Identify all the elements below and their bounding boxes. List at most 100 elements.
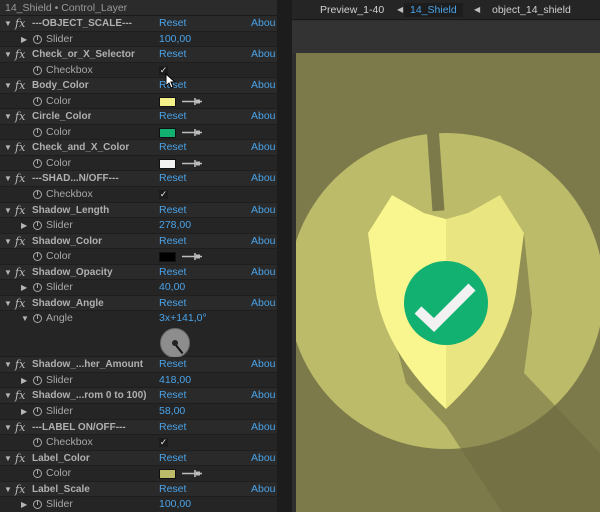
stopwatch-icon[interactable] [33, 438, 42, 448]
slider-value[interactable]: 58,00 [159, 404, 185, 419]
property-row[interactable]: ▶ Slider 100,00 [0, 497, 277, 512]
property-row[interactable]: ▶ Slider 278,00 [0, 218, 277, 234]
stopwatch-icon[interactable] [33, 65, 42, 75]
effect-row[interactable]: ▼ fx Label_Scale Reset Abou [0, 481, 277, 498]
tab-nav-left-icon[interactable]: ◀ [397, 3, 403, 17]
reset-link[interactable]: Reset [159, 234, 186, 249]
effect-row[interactable]: ▼ fx Check_and_X_Color Reset Abou [0, 140, 277, 156]
reset-link[interactable]: Reset [159, 16, 186, 31]
about-link[interactable]: Abou [251, 109, 276, 124]
effect-row[interactable]: ▼fxBody_ColorResetAbou [0, 78, 277, 94]
effect-row[interactable]: ▼ fx Check_or_X_Selector Reset Abou [0, 47, 277, 63]
fx-icon[interactable]: fx [15, 203, 25, 218]
stopwatch-icon[interactable] [33, 221, 42, 231]
fx-icon[interactable]: fx [15, 357, 25, 372]
stopwatch-icon[interactable] [33, 500, 42, 510]
twirl-down-icon[interactable]: ▼ [4, 171, 12, 186]
effect-row[interactable]: ▼ fx Shadow_Length Reset Abou [0, 202, 277, 219]
slider-value[interactable]: 100,00 [159, 497, 191, 512]
fx-icon[interactable]: fx [15, 388, 25, 403]
property-row[interactable]: Color [0, 249, 277, 265]
fx-icon[interactable]: fx [15, 451, 25, 466]
about-link[interactable]: Abou [251, 451, 276, 466]
twirl-right-icon[interactable]: ▶ [21, 404, 27, 419]
stopwatch-icon[interactable] [33, 190, 42, 200]
reset-link[interactable]: Reset [159, 296, 186, 311]
reset-link[interactable]: Reset [159, 265, 186, 280]
reset-link[interactable]: Reset [159, 388, 186, 403]
about-link[interactable]: Abou [251, 16, 276, 31]
reset-link[interactable]: Reset [159, 140, 186, 155]
twirl-right-icon[interactable]: ▶ [21, 32, 27, 47]
fx-icon[interactable]: fx [15, 265, 25, 280]
twirl-right-icon[interactable]: ▶ [21, 497, 27, 512]
about-link[interactable]: Abou [251, 203, 276, 218]
property-row[interactable]: ▶ Slider 58,00 [0, 404, 277, 420]
stopwatch-icon[interactable] [33, 34, 42, 44]
stopwatch-icon[interactable] [33, 407, 42, 417]
tab-nav-left-icon-2[interactable]: ◀ [474, 3, 480, 17]
about-link[interactable]: Abou [251, 171, 276, 186]
twirl-down-icon[interactable]: ▼ [4, 47, 12, 62]
twirl-down-icon[interactable]: ▼ [4, 420, 12, 435]
fx-icon[interactable]: fx [15, 234, 25, 249]
property-row[interactable]: Checkbox ✓ [0, 435, 277, 451]
composition-canvas[interactable] [296, 53, 600, 512]
property-row[interactable]: ▶ Slider 40,00 [0, 280, 277, 296]
eyedropper-icon[interactable] [181, 251, 203, 262]
reset-link[interactable]: Reset [159, 171, 186, 186]
effect-row[interactable]: ▼ fx Shadow_Opacity Reset Abou [0, 264, 277, 281]
about-link[interactable]: Abou [251, 357, 276, 372]
about-link[interactable]: Abou [251, 296, 276, 311]
fx-icon[interactable]: fx [15, 296, 25, 311]
property-row[interactable]: Color [0, 93, 277, 110]
stopwatch-icon[interactable] [33, 96, 42, 106]
twirl-right-icon[interactable]: ▶ [21, 280, 27, 295]
eyedropper-icon[interactable] [181, 468, 203, 479]
reset-link[interactable]: Reset [159, 203, 186, 218]
reset-link[interactable]: Reset [159, 109, 186, 124]
twirl-down-icon[interactable]: ▼ [4, 451, 12, 466]
twirl-down-icon[interactable]: ▼ [4, 78, 12, 93]
effect-row[interactable]: ▼ fx ---SHAD...N/OFF--- Reset Abou [0, 171, 277, 188]
effect-row[interactable]: ▼ fx ---LABEL ON/OFF--- Reset Abou [0, 419, 277, 436]
property-row[interactable]: ▶ Slider 100,00 [0, 31, 277, 48]
eyedropper-icon[interactable] [181, 127, 203, 138]
effect-row[interactable]: ▼ fx Label_Color Reset Abou [0, 450, 277, 467]
slider-value[interactable]: 100,00 [159, 32, 191, 47]
about-link[interactable]: Abou [251, 78, 276, 93]
twirl-down-icon[interactable]: ▼ [4, 203, 12, 218]
reset-link[interactable]: Reset [159, 47, 186, 62]
effect-row[interactable]: ▼ fx Shadow_...her_Amount Reset Abou [0, 357, 277, 373]
slider-value[interactable]: 418,00 [159, 373, 191, 388]
property-row[interactable]: Color [0, 124, 277, 141]
tab-14-shield[interactable]: 14_Shield [404, 3, 463, 17]
about-link[interactable]: Abou [251, 47, 276, 62]
fx-icon[interactable]: fx [15, 171, 25, 186]
stopwatch-icon[interactable] [33, 158, 42, 168]
twirl-down-icon[interactable]: ▼ [4, 265, 12, 280]
slider-value[interactable]: 278,00 [159, 218, 191, 233]
fx-icon[interactable]: fx [15, 420, 25, 435]
stopwatch-icon[interactable] [33, 127, 42, 137]
fx-icon[interactable]: fx [15, 109, 25, 124]
angle-value[interactable]: 3x+141,0° [159, 311, 207, 326]
about-link[interactable]: Abou [251, 140, 276, 155]
fx-icon[interactable]: fx [15, 78, 25, 93]
about-link[interactable]: Abou [251, 420, 276, 435]
twirl-down-icon[interactable]: ▼ [4, 140, 12, 155]
color-swatch[interactable] [159, 252, 176, 263]
twirl-down-icon[interactable]: ▼ [4, 109, 12, 124]
effect-row[interactable]: ▼ fx ---OBJECT_SCALE--- Reset Abou [0, 16, 277, 32]
property-row[interactable]: Color [0, 466, 277, 482]
effect-row[interactable]: ▼ fx Shadow_Angle Reset Abou [0, 295, 277, 312]
reset-link[interactable]: Reset [159, 482, 186, 497]
stopwatch-icon[interactable] [33, 469, 42, 479]
color-swatch[interactable] [159, 96, 176, 107]
checkbox[interactable]: ✓ [159, 190, 168, 200]
color-swatch[interactable] [159, 469, 176, 480]
twirl-down-icon[interactable]: ▼ [4, 357, 12, 372]
angle-dial[interactable] [160, 328, 190, 359]
effect-row[interactable]: ▼ fx Circle_Color Reset Abou [0, 109, 277, 125]
eyedropper-icon[interactable] [181, 96, 203, 107]
